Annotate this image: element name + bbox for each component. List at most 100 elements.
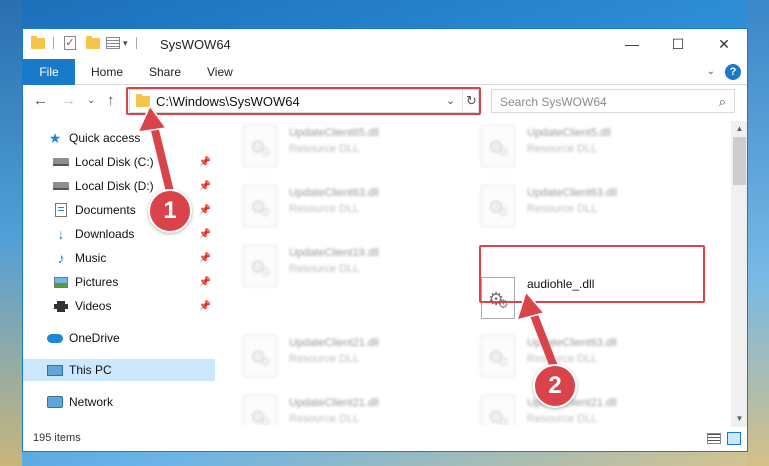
sidebar-item-local-disk-d[interactable]: Local Disk (D:) 📌 [23,175,215,197]
file-name: UpdateClient63.dll [527,187,617,199]
scroll-down-arrow-icon[interactable]: ▼ [731,411,747,427]
expand-ribbon-chevron-icon[interactable]: ⌄ [707,66,715,77]
navigation-pane: ★ Quick access Local Disk (C:) 📌 Local D… [23,121,215,421]
sidebar-item-local-disk-c[interactable]: Local Disk (C:) 📌 [23,151,215,173]
address-highlight-box [126,87,481,115]
customize-toolbar-chevron-icon[interactable]: ▾ [123,38,128,49]
file-item[interactable]: UpdateClient21.dll Resource DLL [221,331,441,385]
file-type: Resource DLL [289,143,360,155]
file-name: UpdateClient63.dll [289,187,379,199]
file-name: UpdateClient21.dll [289,337,379,349]
new-folder-icon[interactable] [86,35,100,49]
dll-file-icon [481,185,515,227]
sidebar-item-label: Documents [75,203,136,217]
disk-icon [53,158,69,166]
dll-file-icon [243,395,277,425]
computer-icon [47,364,63,376]
file-name: UpdateClient19.dll [289,247,379,259]
ribbon-tabs: File Home Share View ⌄ ? [23,59,747,85]
dll-file-icon [243,335,277,377]
file-type: Resource DLL [527,143,598,155]
documents-icon [55,203,67,217]
pin-icon[interactable]: 📌 [199,253,211,264]
sidebar-item-network[interactable]: Network [23,391,215,413]
recent-locations-chevron-icon[interactable]: ⌄ [87,93,95,109]
tab-file[interactable]: File [23,59,75,85]
file-name: UpdateClient5.dll [527,127,611,139]
pictures-icon [54,276,68,288]
sidebar-item-this-pc[interactable]: This PC [23,359,215,381]
item-count: 195 items [33,432,81,444]
properties-check-icon[interactable]: ✓ [64,36,76,50]
sidebar-item-label: Videos [75,299,112,313]
file-item[interactable]: UpdateClient63.dll Resource DLL [459,181,679,235]
tab-share[interactable]: Share [149,59,181,85]
search-icon: ⌕ [718,94,726,109]
file-item[interactable]: UpdateClient19.dll Resource DLL [221,241,441,295]
sidebar-item-videos[interactable]: Videos 📌 [23,295,215,317]
sidebar-item-label: Pictures [75,275,119,289]
minimize-button[interactable]: — [609,29,655,59]
vertical-scrollbar[interactable]: ▲ ▼ [731,121,747,427]
sidebar-item-label: Local Disk (D:) [75,179,154,193]
title-bar: ✓ ▾ SysWOW64 — ☐ ✕ [23,29,747,59]
file-name: UpdateClient21.dll [289,397,379,409]
sidebar-item-quick-access[interactable]: ★ Quick access [23,127,215,149]
folder-icon[interactable] [31,35,45,49]
pin-icon[interactable]: 📌 [199,205,211,216]
music-icon: ♪ [57,250,65,266]
sidebar-item-onedrive[interactable]: OneDrive [23,327,215,349]
back-button[interactable]: ← [33,93,48,109]
step-1-badge: 1 [148,189,192,233]
cloud-icon [47,333,63,343]
details-view-icon[interactable] [707,433,721,444]
scroll-thumb[interactable] [733,137,746,185]
download-icon: ↓ [57,226,65,242]
maximize-button[interactable]: ☐ [655,29,701,59]
file-item[interactable]: UpdateClient63.dll Resource DLL [221,181,441,235]
sidebar-item-downloads[interactable]: ↓ Downloads 📌 [23,223,215,245]
up-button[interactable]: ↑ [107,93,115,109]
file-explorer-window: ✓ ▾ SysWOW64 — ☐ ✕ File Home Share View … [22,28,748,452]
quick-access-toolbar: ✓ ▾ [31,35,137,50]
file-type: Resource DLL [527,353,598,365]
videos-icon [54,300,68,312]
scroll-up-arrow-icon[interactable]: ▲ [731,121,747,137]
search-box[interactable]: Search SysWOW64 ⌕ [491,89,735,113]
forward-button[interactable]: → [61,93,76,109]
dll-file-icon [481,395,515,425]
file-type: Resource DLL [289,263,360,275]
pin-icon[interactable]: 📌 [199,277,211,288]
file-name: UpdateClient63.dll [527,337,617,349]
close-button[interactable]: ✕ [701,29,747,59]
toolbar-divider [135,37,137,49]
tiles-view-icon[interactable] [727,432,741,445]
pin-icon[interactable]: 📌 [199,157,211,168]
search-input[interactable]: Search SysWOW64 [500,95,607,109]
navigation-bar: ← → ⌄ ↑ C:\Windows\SysWOW64 ⌄ ↻ Search S… [23,85,747,117]
network-icon [47,396,63,408]
sidebar-item-pictures[interactable]: Pictures 📌 [23,271,215,293]
file-type: Resource DLL [527,413,598,425]
dll-file-icon [481,335,515,377]
pin-icon[interactable]: 📌 [199,229,211,240]
help-icon[interactable]: ? [725,64,741,80]
file-type: Resource DLL [289,203,360,215]
window-title: SysWOW64 [160,37,231,52]
sidebar-item-label: Quick access [69,131,141,145]
file-item[interactable]: UpdateClient21.dll Resource DLL [221,391,441,425]
tab-home[interactable]: Home [91,59,123,85]
pin-icon[interactable]: 📌 [199,181,211,192]
pin-icon[interactable]: 📌 [199,301,211,312]
sidebar-item-music[interactable]: ♪ Music 📌 [23,247,215,269]
properties-icon[interactable] [106,37,120,49]
file-name: UpdateClient65.dll [289,127,379,139]
desktop-background-right [747,0,769,466]
sidebar-item-label: Network [69,395,114,409]
tab-view[interactable]: View [207,59,233,85]
dll-file-icon [243,245,277,287]
file-item[interactable]: UpdateClient5.dll Resource DLL [459,121,679,175]
status-bar: 195 items [23,427,747,451]
file-item[interactable]: UpdateClient65.dll Resource DLL [221,121,441,175]
file-highlight-box [479,245,705,303]
